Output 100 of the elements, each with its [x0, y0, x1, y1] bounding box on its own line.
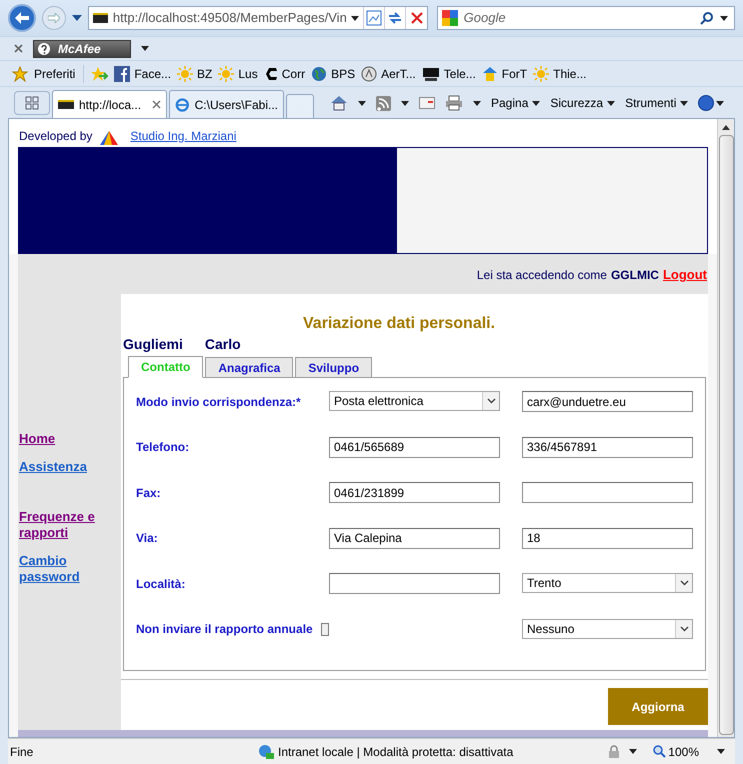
close-icon[interactable]	[410, 12, 423, 24]
sidebar-link[interactable]: Cambio password	[19, 553, 109, 585]
close-icon[interactable]	[152, 100, 161, 109]
sidebar-link[interactable]: Home	[19, 431, 109, 447]
field-label: Località:	[136, 576, 186, 592]
text-field[interactable]: carx@unduetre.eu	[522, 391, 693, 412]
sidebar-link[interactable]: Assistenza	[19, 459, 109, 475]
command-menu[interactable]: Strumenti	[625, 94, 688, 112]
zone-text: Intranet locale | Modalità protetta: disattivata	[278, 744, 514, 760]
round-logo-icon	[361, 66, 378, 82]
close-icon[interactable]	[14, 44, 23, 53]
text-field[interactable]: 18	[522, 528, 693, 548]
field-label: Modo invio corrispondenza:	[136, 394, 296, 410]
globe-icon	[311, 66, 328, 82]
text-field[interactable]	[522, 482, 693, 503]
text-field[interactable]	[329, 573, 500, 594]
favorite-link[interactable]: Corr	[264, 64, 306, 82]
command-menu[interactable]: Pagina	[491, 94, 540, 112]
sun-icon	[218, 66, 234, 82]
text-field[interactable]: 336/4567891	[522, 436, 693, 458]
browser-tab[interactable]: http://loca...	[52, 90, 167, 118]
browser-tab[interactable]: C:\Users\Fabi...	[169, 90, 284, 118]
triangle-logo-icon	[100, 131, 118, 145]
search-field[interactable]: Google	[436, 6, 735, 30]
favorite-link[interactable]: BPS	[311, 64, 356, 82]
help-icon	[38, 42, 50, 54]
f-logo-icon	[114, 66, 130, 82]
field-label: Telefono:	[136, 439, 190, 456]
house-icon	[482, 66, 498, 82]
caret-icon	[717, 749, 725, 754]
c-logo-icon	[264, 66, 278, 82]
form-tab[interactable]: Sviluppo	[295, 357, 372, 378]
home-icon[interactable]	[330, 95, 348, 111]
favorite-link[interactable]: Face...	[114, 64, 172, 82]
mcafee-button[interactable]: McAfee	[33, 40, 131, 58]
url-text: http://localhost:49508/MemberPages/Vin	[112, 9, 347, 28]
zoom-button[interactable]: 100%	[653, 742, 699, 760]
field-label: Non inviare il rapporto annuale	[136, 621, 313, 638]
magnifier-icon	[653, 745, 666, 758]
favorite-link[interactable]: Thie...	[533, 64, 586, 82]
site-icon	[58, 100, 74, 109]
quick-tabs-button[interactable]	[14, 91, 50, 115]
mail-icon[interactable]	[419, 97, 435, 109]
favorite-link[interactable]: ForT	[482, 64, 528, 82]
field-label: Fax:	[136, 484, 161, 502]
address-bar[interactable]: http://localhost:49508/MemberPages/Vin	[88, 6, 428, 30]
chevron-down-icon	[680, 626, 688, 632]
favorite-link[interactable]: Tele...	[422, 64, 476, 82]
lock-icon[interactable]	[607, 744, 622, 758]
site-icon	[92, 13, 108, 23]
sun-icon	[533, 66, 550, 82]
developer-link[interactable]: Studio Ing. Marziani	[130, 127, 236, 145]
caret-icon	[716, 100, 724, 106]
update-button[interactable]: Aggiorna	[608, 688, 708, 725]
tv-logo-icon	[422, 66, 440, 82]
status-text: Fine	[9, 744, 34, 760]
required-mark: *	[296, 394, 301, 410]
caret-icon	[607, 100, 616, 106]
star-icon	[12, 66, 28, 82]
developed-by-text: Developed by	[19, 128, 92, 145]
dropdown[interactable]: Nessuno	[522, 618, 693, 638]
chevron-down-icon	[486, 398, 496, 404]
arrow-up-icon	[722, 125, 730, 130]
compatibility-icon[interactable]	[366, 10, 382, 26]
refresh-icon[interactable]	[387, 10, 404, 26]
dropdown[interactable]: Posta elettronica	[329, 391, 500, 411]
login-text: Lei sta accedendo come	[476, 267, 607, 284]
caret-icon	[629, 749, 638, 754]
caret-icon	[350, 16, 359, 20]
caret-icon[interactable]	[72, 15, 82, 21]
caret-icon	[401, 100, 409, 106]
back-button[interactable]	[8, 4, 36, 32]
text-field[interactable]: Via Calepina	[329, 528, 500, 548]
help-icon[interactable]	[698, 95, 714, 111]
caret-icon	[680, 100, 688, 106]
favorite-link[interactable]: Lus	[218, 64, 258, 82]
caret-icon	[720, 16, 728, 20]
caret-icon	[532, 100, 540, 106]
caret-icon	[473, 100, 481, 106]
text-field[interactable]: 0461/565689	[329, 436, 500, 458]
favorites-button[interactable]: Preferiti	[34, 64, 84, 82]
chevron-down-icon	[680, 580, 688, 586]
favorite-link[interactable]: AerT...	[361, 64, 416, 82]
text-field[interactable]: 0461/231899	[329, 482, 500, 503]
feed-icon[interactable]	[376, 96, 391, 110]
printer-icon[interactable]	[445, 95, 463, 111]
command-menu[interactable]: Sicurezza	[550, 94, 616, 112]
surname-text: Gugliemi	[123, 335, 183, 354]
search-icon[interactable]	[700, 11, 714, 25]
scrollbar[interactable]	[717, 119, 734, 737]
dropdown[interactable]: Trento	[522, 573, 693, 593]
sun-icon	[177, 66, 194, 82]
favorite-link[interactable]: BZ	[177, 64, 212, 82]
e-logo-icon	[175, 96, 190, 112]
sidebar-link[interactable]: Frequenze e rapporti	[19, 509, 109, 541]
form-tab[interactable]: Anagrafica	[205, 357, 294, 378]
field-label: Via:	[136, 530, 158, 547]
grid-icon	[25, 96, 39, 110]
add-favorite-icon[interactable]	[90, 66, 108, 82]
checkbox[interactable]	[320, 622, 329, 636]
